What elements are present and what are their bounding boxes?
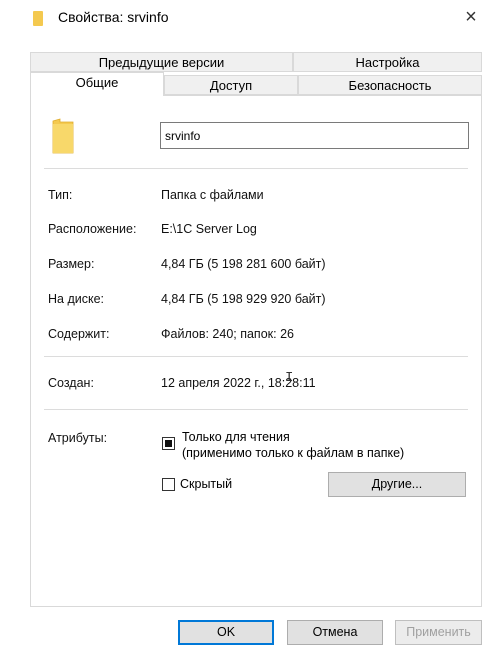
tab-previous-versions[interactable]: Предыдущие версии: [30, 52, 293, 72]
close-icon[interactable]: ×: [461, 6, 481, 28]
cancel-button[interactable]: Отмена: [287, 620, 383, 645]
readonly-note: (применимо только к файлам в папке): [182, 446, 405, 460]
size-label: Размер:: [48, 257, 95, 271]
folder-icon: [33, 11, 43, 26]
type-label: Тип:: [48, 188, 73, 202]
title-bar: Свойства: srvinfo ×: [0, 0, 484, 36]
text-cursor-icon: I: [285, 370, 294, 386]
attributes-label: Атрибуты:: [48, 431, 108, 445]
hidden-checkbox[interactable]: [162, 478, 175, 491]
general-panel: [30, 95, 482, 607]
location-label: Расположение:: [48, 222, 137, 236]
size-on-disk-label: На диске:: [48, 292, 105, 306]
created-label: Создан:: [48, 376, 94, 390]
folder-large-icon: [52, 118, 74, 154]
size-value: 4,84 ГБ (5 198 281 600 байт): [161, 257, 326, 271]
hidden-label: Скрытый: [180, 477, 233, 491]
contains-value: Файлов: 240; папок: 26: [161, 327, 294, 341]
size-on-disk-value: 4,84 ГБ (5 198 929 920 байт): [161, 292, 326, 306]
apply-button[interactable]: Применить: [395, 620, 482, 645]
location-value: E:\1C Server Log: [161, 222, 257, 236]
type-value: Папка с файлами: [161, 188, 264, 202]
tab-general[interactable]: Общие: [30, 72, 164, 96]
divider: [44, 356, 468, 357]
tab-settings[interactable]: Настройка: [293, 52, 482, 72]
ok-button[interactable]: OK: [178, 620, 274, 645]
divider: [44, 168, 468, 169]
window-title: Свойства: srvinfo: [58, 9, 169, 25]
readonly-label: Только для чтения: [182, 430, 290, 444]
folder-name-input[interactable]: [160, 122, 469, 149]
contains-label: Содержит:: [48, 327, 110, 341]
tab-sharing[interactable]: Доступ: [164, 75, 298, 95]
readonly-checkbox[interactable]: [162, 437, 175, 450]
tab-security[interactable]: Безопасность: [298, 75, 482, 95]
divider: [44, 409, 468, 410]
advanced-button[interactable]: Другие...: [328, 472, 466, 497]
